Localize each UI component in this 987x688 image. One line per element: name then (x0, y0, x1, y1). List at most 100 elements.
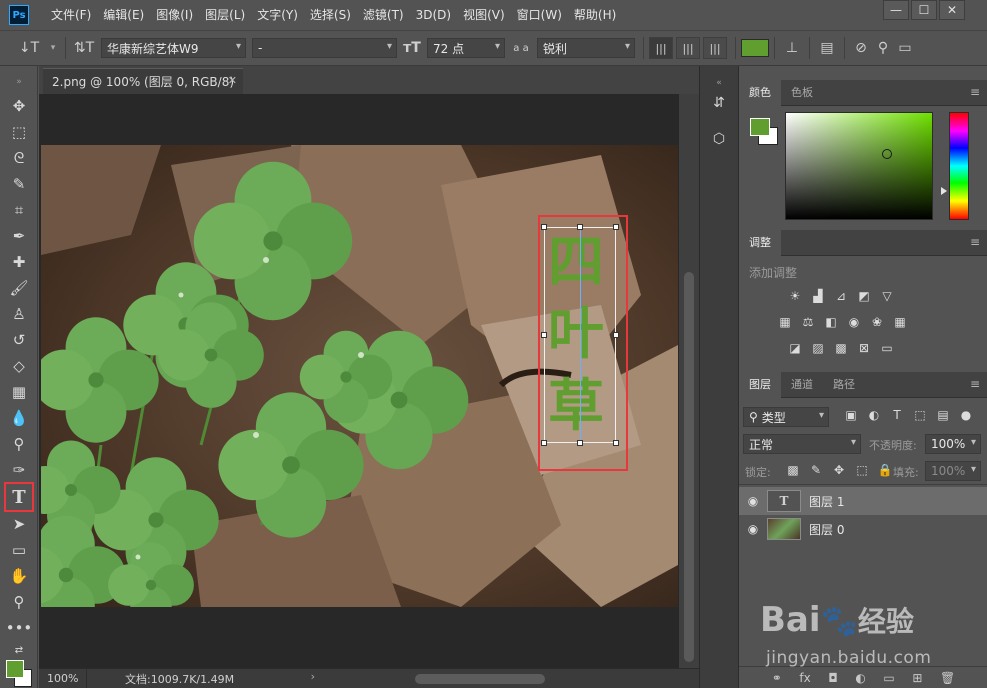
tool-preset-icon[interactable]: ↓T (12, 40, 46, 56)
maximize-button[interactable]: ☐ (911, 0, 937, 20)
foreground-color-swatch[interactable] (6, 660, 24, 678)
minimize-button[interactable]: — (883, 0, 909, 20)
pixel-filter-icon[interactable]: ▣ (843, 408, 859, 422)
layer-name[interactable]: 图层 0 (809, 521, 844, 538)
marquee-tool-icon[interactable]: ⬚ (6, 120, 32, 144)
menu-3d[interactable]: 3D(D) (410, 0, 457, 30)
document-size-info[interactable]: 文档:1009.7K/1.49M › (87, 670, 315, 687)
vibrance-icon[interactable]: ▽ (879, 289, 895, 303)
menu-edit[interactable]: 编辑(E) (97, 0, 150, 30)
color-picker-cursor[interactable] (882, 149, 892, 159)
tab-adjustments[interactable]: 调整 (739, 230, 781, 256)
font-style-select[interactable]: - ▾ (252, 38, 397, 58)
menu-image[interactable]: 图像(I) (150, 0, 199, 30)
close-button[interactable]: ✕ (939, 0, 965, 20)
blur-tool-icon[interactable]: 💧 (6, 406, 32, 430)
menu-filter[interactable]: 滤镜(T) (357, 0, 410, 30)
collapse-icon[interactable]: » (6, 70, 32, 94)
color-field[interactable] (785, 112, 933, 220)
layer-name[interactable]: 图层 1 (809, 493, 844, 510)
gradient-tool-icon[interactable]: ▦ (6, 380, 32, 404)
eyedropper-tool-icon[interactable]: ✒ (6, 224, 32, 248)
gradient-map-icon[interactable]: ▭ (879, 341, 895, 355)
align-top-button[interactable]: ||| (649, 37, 673, 59)
brush-tool-icon[interactable]: 🖌 (6, 276, 32, 300)
eye-icon[interactable]: ◉ (739, 494, 767, 508)
color-balance-icon[interactable]: ⚖ (800, 315, 816, 329)
lock-transparency-icon[interactable]: ▩ (785, 463, 801, 477)
clone-stamp-tool-icon[interactable]: ♙ (6, 302, 32, 326)
menu-help[interactable]: 帮助(H) (568, 0, 622, 30)
exposure-icon[interactable]: ◩ (856, 289, 872, 303)
antialias-select[interactable]: 锐利 ▾ (537, 38, 635, 58)
curves-icon[interactable]: ⊿ (833, 289, 849, 303)
panel-menu-icon[interactable]: ≡ (970, 377, 980, 391)
zoom-tool-icon[interactable]: ⚲ (6, 590, 32, 614)
hue-saturation-icon[interactable]: ▦ (777, 315, 793, 329)
hue-slider[interactable] (949, 112, 969, 220)
threshold-icon[interactable]: ▩ (833, 341, 849, 355)
history-panel-icon[interactable]: ⇵ (706, 90, 732, 116)
filter-toggle-icon[interactable]: ● (958, 408, 974, 422)
pen-tool-icon[interactable]: ✑ (6, 458, 32, 482)
shape-filter-icon[interactable]: ⬚ (912, 408, 928, 422)
lock-artboard-icon[interactable]: ⬚ (854, 463, 870, 477)
healing-brush-tool-icon[interactable]: ✚ (6, 250, 32, 274)
lock-pixels-icon[interactable]: ✎ (808, 463, 824, 477)
lock-all-icon[interactable]: 🔒 (877, 463, 893, 477)
font-size-select[interactable]: 72 点 ▾ (427, 38, 505, 58)
type-filter-icon[interactable]: T (889, 408, 905, 422)
chevron-down-icon[interactable]: ▾ (46, 43, 60, 53)
path-select-tool-icon[interactable]: ➤ (6, 512, 32, 536)
adjustment-filter-icon[interactable]: ◐ (866, 408, 882, 422)
layer-filter-select[interactable]: ⚲ 类型 ▾ (743, 407, 829, 427)
black-white-icon[interactable]: ◧ (823, 315, 839, 329)
layer-row-0[interactable]: ◉ 图层 0 (739, 515, 987, 543)
color-panel-foreground-swatch[interactable] (750, 118, 770, 136)
font-family-select[interactable]: 华康新综艺体W9 ▾ (101, 38, 246, 58)
dodge-tool-icon[interactable]: ⚲ (6, 432, 32, 456)
lasso-tool-icon[interactable]: ᘓ (6, 146, 32, 170)
panel-menu-icon[interactable]: ≡ (970, 85, 980, 99)
toggle-orientation-icon[interactable]: ⇅T (71, 40, 97, 56)
quick-select-tool-icon[interactable]: ✎ (6, 172, 32, 196)
tab-color[interactable]: 颜色 (739, 80, 781, 106)
close-icon[interactable]: ✕ (228, 74, 237, 87)
menu-file[interactable]: 文件(F) (45, 0, 97, 30)
posterize-icon[interactable]: ▨ (810, 341, 826, 355)
eraser-tool-icon[interactable]: ◇ (6, 354, 32, 378)
move-tool-icon[interactable]: ✥ (6, 94, 32, 118)
workspace-icon[interactable]: ▭ (894, 40, 916, 56)
align-center-button[interactable]: ||| (676, 37, 700, 59)
panel-menu-icon[interactable]: ≡ (970, 235, 980, 249)
crop-tool-icon[interactable]: ⌗ (6, 198, 32, 222)
zoom-field[interactable]: 100% (39, 668, 87, 688)
color-lookup-icon[interactable]: ▦ (892, 315, 908, 329)
swap-colors-icon[interactable]: ⇄ (6, 638, 32, 662)
tab-paths[interactable]: 路径 (823, 372, 865, 398)
document-tab[interactable]: 2.png @ 100% (图层 0, RGB/8) ✕ (43, 68, 243, 94)
eye-icon[interactable]: ◉ (739, 522, 767, 536)
hand-tool-icon[interactable]: ✋ (6, 564, 32, 588)
menu-select[interactable]: 选择(S) (304, 0, 357, 30)
lock-position-icon[interactable]: ✥ (831, 463, 847, 477)
document-canvas[interactable]: 四 叶 草 (41, 145, 678, 607)
vertical-scroll-thumb[interactable] (684, 272, 694, 662)
tab-layers[interactable]: 图层 (739, 372, 781, 398)
canvas-area[interactable]: 四 叶 草 (39, 94, 679, 668)
invert-icon[interactable]: ◪ (787, 341, 803, 355)
opacity-field[interactable]: 100% ▾ (925, 434, 981, 454)
warp-text-icon[interactable]: ⊥ (780, 40, 804, 56)
menu-window[interactable]: 窗口(W) (511, 0, 568, 30)
menu-view[interactable]: 视图(V) (457, 0, 511, 30)
brightness-icon[interactable]: ☀ (787, 289, 803, 303)
photo-filter-icon[interactable]: ◉ (846, 315, 862, 329)
type-tool-icon[interactable]: T (4, 482, 34, 512)
fill-field[interactable]: 100% ▾ (925, 461, 981, 481)
text-color-swatch[interactable] (741, 39, 769, 57)
menu-type[interactable]: 文字(Y) (251, 0, 304, 30)
layer-row-1[interactable]: ◉ T 图层 1 (739, 487, 987, 515)
levels-icon[interactable]: ▟ (810, 289, 826, 303)
character-panel-icon[interactable]: ▤ (815, 40, 839, 56)
cancel-icon[interactable]: ⊘ (850, 40, 872, 56)
